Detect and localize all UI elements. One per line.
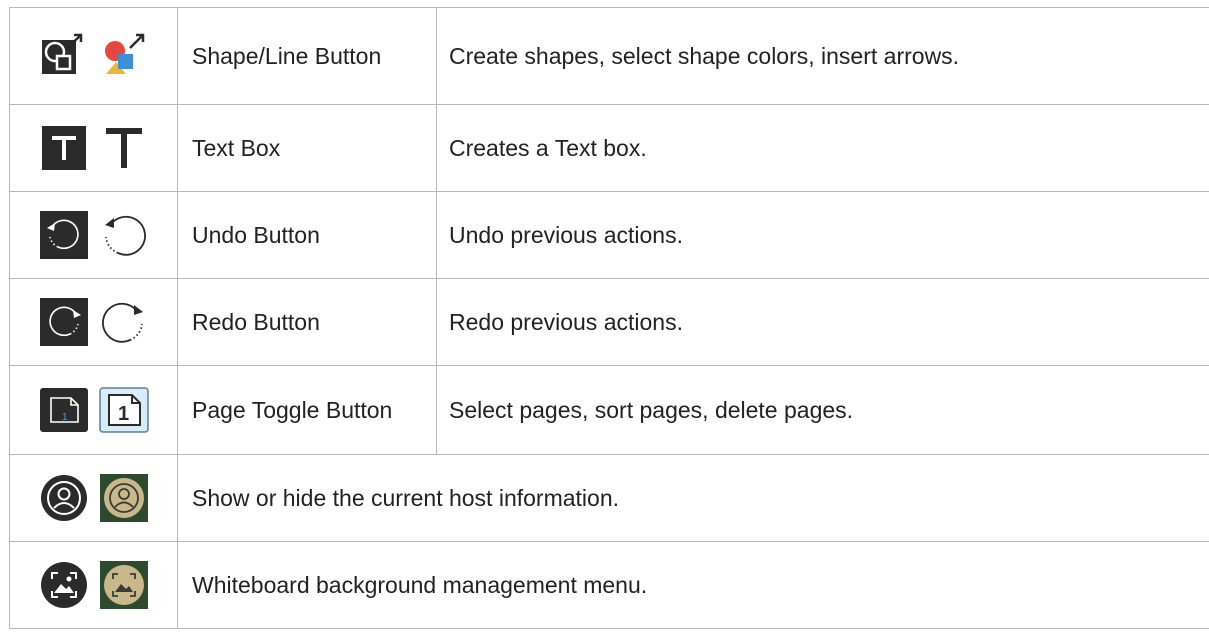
page-number-small: 1 <box>62 412 68 423</box>
text-light-icon <box>98 122 150 174</box>
undo-light-icon <box>98 209 150 261</box>
page-dark-icon: 1 <box>38 384 90 436</box>
table-row: Show or hide the current host informatio… <box>9 454 1209 542</box>
table-row: 1 1 Page Toggle Button Select pages, sor… <box>9 365 1209 455</box>
tool-description: Create shapes, select shape colors, inse… <box>436 7 1209 105</box>
page-light-icon: 1 <box>98 384 150 436</box>
page-number: 1 <box>118 403 129 425</box>
tool-name: Redo Button <box>177 278 437 366</box>
toolbar-reference-table: Shape/Line Button Create shapes, select … <box>9 7 1209 629</box>
table-row: Undo Button Undo previous actions. <box>9 191 1209 279</box>
icon-cell <box>9 104 178 192</box>
tool-name: Page Toggle Button <box>177 365 437 455</box>
tool-description: Creates a Text box. <box>436 104 1209 192</box>
tool-description: Show or hide the current host informatio… <box>177 454 1209 542</box>
shape-dark-icon <box>38 30 90 82</box>
tool-name: Undo Button <box>177 191 437 279</box>
icon-cell <box>9 7 178 105</box>
host-active-icon <box>98 472 150 524</box>
background-dark-icon <box>38 559 90 611</box>
icon-cell <box>9 541 178 629</box>
table-row: Whiteboard background management menu. <box>9 541 1209 629</box>
icon-cell <box>9 278 178 366</box>
tool-description: Whiteboard background management menu. <box>177 541 1209 629</box>
tool-description: Select pages, sort pages, delete pages. <box>436 365 1209 455</box>
undo-dark-icon <box>38 209 90 261</box>
text-dark-icon <box>38 122 90 174</box>
redo-light-icon <box>98 296 150 348</box>
tool-description: Redo previous actions. <box>436 278 1209 366</box>
table-row: Text Box Creates a Text box. <box>9 104 1209 192</box>
tool-name: Shape/Line Button <box>177 7 437 105</box>
shape-color-icon <box>98 30 150 82</box>
icon-cell <box>9 454 178 542</box>
icon-cell <box>9 191 178 279</box>
table-row: Redo Button Redo previous actions. <box>9 278 1209 366</box>
background-active-icon <box>98 559 150 611</box>
host-dark-icon <box>38 472 90 524</box>
table-row: Shape/Line Button Create shapes, select … <box>9 7 1209 105</box>
tool-description: Undo previous actions. <box>436 191 1209 279</box>
icon-cell: 1 1 <box>9 365 178 455</box>
redo-dark-icon <box>38 296 90 348</box>
tool-name: Text Box <box>177 104 437 192</box>
